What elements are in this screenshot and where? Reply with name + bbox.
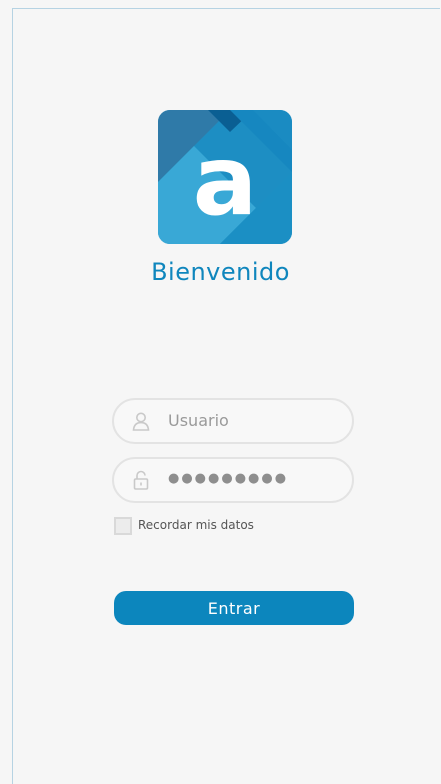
remember-label: Recordar mis datos xyxy=(138,518,254,532)
password-input[interactable]: ●●●●●●●●● xyxy=(112,457,354,503)
app-logo-icon: a xyxy=(158,110,292,244)
password-masked-value: ●●●●●●●●● xyxy=(168,471,289,486)
welcome-title: Bienvenido xyxy=(151,258,290,286)
login-button[interactable]: Entrar xyxy=(114,591,354,625)
username-placeholder: Usuario xyxy=(168,411,229,430)
user-icon xyxy=(131,411,151,431)
app-logo: a xyxy=(158,110,292,244)
logo-letter: a xyxy=(193,125,258,237)
lock-icon xyxy=(131,470,151,490)
remember-checkbox[interactable] xyxy=(114,517,132,535)
username-input[interactable]: Usuario xyxy=(112,398,354,444)
